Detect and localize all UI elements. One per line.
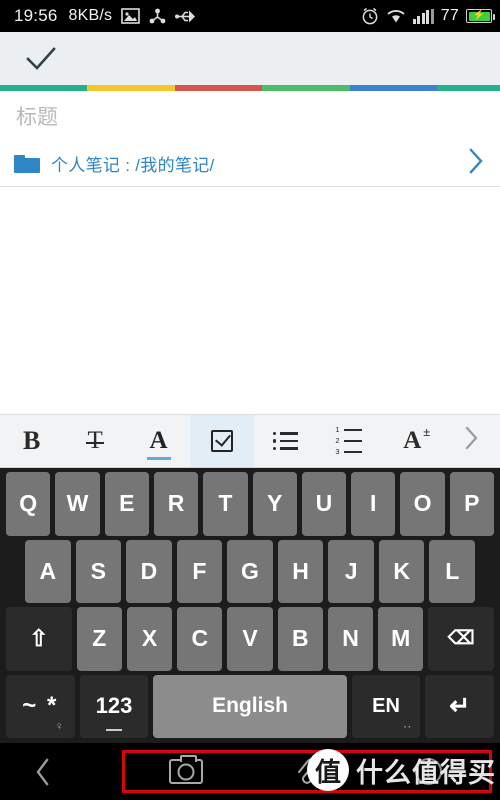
- key-z[interactable]: Z: [76, 607, 122, 671]
- strikethrough-icon: T: [86, 427, 105, 454]
- key-e[interactable]: E: [104, 472, 149, 536]
- key-g[interactable]: G: [227, 539, 273, 603]
- watermark-badge: 值: [307, 749, 349, 792]
- phone-screen: 19:56 8KB/s 77 ⚡ 标题 个人笔记: /我的笔记/ B T A …: [0, 0, 500, 800]
- note-title-input[interactable]: 标题: [16, 101, 58, 131]
- keyboard-row-3: ⇧ ZXCVBNM ⌫: [3, 607, 497, 671]
- folder-icon: [14, 154, 40, 174]
- note-title-row[interactable]: 标题: [0, 91, 500, 141]
- note-body-editor[interactable]: [0, 187, 500, 414]
- format-bullet-list-button[interactable]: [254, 415, 317, 467]
- key-numbers[interactable]: 123: [79, 674, 149, 738]
- watermark: 值 什么值得买: [307, 749, 496, 792]
- notebook-path-label: 个人笔记 : /我的笔记/: [51, 156, 215, 175]
- bold-icon: B: [23, 426, 41, 455]
- bullet-list-icon: [272, 431, 299, 451]
- key-w[interactable]: W: [55, 472, 100, 536]
- format-underline-color-button[interactable]: A: [127, 415, 190, 467]
- battery-percent: 77: [440, 7, 459, 24]
- key-space[interactable]: English: [153, 674, 347, 738]
- key-symbols[interactable]: ~ * ♀: [6, 674, 75, 738]
- key-enter[interactable]: ↵: [425, 674, 494, 738]
- chevron-left-icon: [36, 757, 49, 786]
- key-v[interactable]: V: [227, 607, 273, 671]
- battery-charging-icon: ⚡: [466, 9, 495, 23]
- key-language-label: EN: [372, 694, 400, 717]
- status-network-speed: 8KB/s: [68, 7, 113, 24]
- key-f[interactable]: F: [176, 539, 223, 603]
- key-x[interactable]: X: [126, 607, 173, 671]
- underline-color-icon: A: [146, 427, 171, 460]
- camera-icon: [168, 755, 203, 784]
- format-checkbox-list-button[interactable]: [190, 415, 254, 467]
- key-o[interactable]: O: [400, 472, 445, 536]
- alarm-clock-icon: [361, 7, 379, 25]
- checkmark-icon: [26, 46, 56, 70]
- key-numbers-label: 123: [95, 693, 133, 719]
- bottom-nav-bar: i 值 什么值得买: [0, 743, 500, 800]
- virtual-keyboard[interactable]: QWERTYUIOP ASDFGHJKL ⇧ ZXCVBNM ⌫ ~ * ♀ 1…: [0, 468, 500, 743]
- key-backspace[interactable]: ⌫: [428, 607, 494, 671]
- usb-icon: [175, 10, 196, 23]
- key-u[interactable]: U: [301, 472, 347, 536]
- key-j[interactable]: J: [328, 539, 374, 603]
- status-bar: 19:56 8KB/s 77 ⚡: [0, 0, 500, 32]
- key-n[interactable]: N: [327, 607, 374, 671]
- microphone-icon: ♀: [54, 719, 66, 733]
- key-i[interactable]: I: [351, 472, 396, 536]
- key-h[interactable]: H: [277, 539, 324, 603]
- chevron-right-icon: [465, 425, 479, 457]
- keyboard-row-1: QWERTYUIOP: [3, 472, 497, 536]
- key-b[interactable]: B: [277, 607, 323, 671]
- key-y[interactable]: Y: [252, 472, 297, 536]
- key-m[interactable]: M: [378, 607, 424, 671]
- key-language[interactable]: EN ··: [351, 674, 421, 738]
- font-size-icon: A ±: [403, 424, 431, 454]
- key-p[interactable]: P: [449, 472, 494, 536]
- key-a[interactable]: A: [24, 539, 71, 603]
- confirm-save-button[interactable]: [18, 37, 64, 81]
- camera-button[interactable]: [125, 755, 246, 784]
- image-icon: [121, 8, 141, 24]
- editor-header: 标题 个人笔记 : /我的笔记/: [0, 91, 500, 187]
- key-q[interactable]: Q: [6, 472, 51, 536]
- format-strikethrough-button[interactable]: T: [63, 415, 126, 467]
- key-shift[interactable]: ⇧: [6, 607, 72, 671]
- action-bar: [0, 32, 500, 85]
- key-k[interactable]: K: [378, 539, 425, 603]
- key-symbols-label: ~ *: [22, 692, 59, 720]
- numbered-list-icon: 1 2 3: [335, 426, 363, 456]
- checkbox-icon: [210, 430, 233, 452]
- format-more-button[interactable]: [444, 415, 500, 467]
- nav-back-button[interactable]: [0, 757, 86, 786]
- key-l[interactable]: L: [429, 539, 476, 603]
- cellular-signal-icon: [412, 8, 434, 24]
- key-c[interactable]: C: [177, 607, 223, 671]
- share-nodes-icon: [149, 8, 166, 25]
- key-t[interactable]: T: [203, 472, 248, 536]
- key-d[interactable]: D: [126, 539, 172, 603]
- format-bold-button[interactable]: B: [0, 415, 63, 467]
- notebook-selector-row[interactable]: 个人笔记 : /我的笔记/: [0, 141, 500, 187]
- chevron-right-icon[interactable]: [469, 148, 484, 179]
- language-dots-icon: ··: [403, 722, 413, 733]
- format-font-size-button[interactable]: A ±: [381, 415, 444, 467]
- keyboard-row-2: ASDFGHJKL: [3, 539, 497, 603]
- keyboard-row-4: ~ * ♀ 123 English EN ·· ↵: [3, 674, 497, 738]
- status-time: 19:56: [14, 6, 58, 25]
- format-numbered-list-button[interactable]: 1 2 3: [317, 415, 380, 467]
- key-s[interactable]: S: [75, 539, 122, 603]
- wifi-icon: [386, 9, 406, 24]
- watermark-text: 什么值得买: [356, 757, 496, 788]
- key-r[interactable]: R: [153, 472, 199, 536]
- format-toolbar: B T A 1 2 3 A ±: [0, 414, 500, 468]
